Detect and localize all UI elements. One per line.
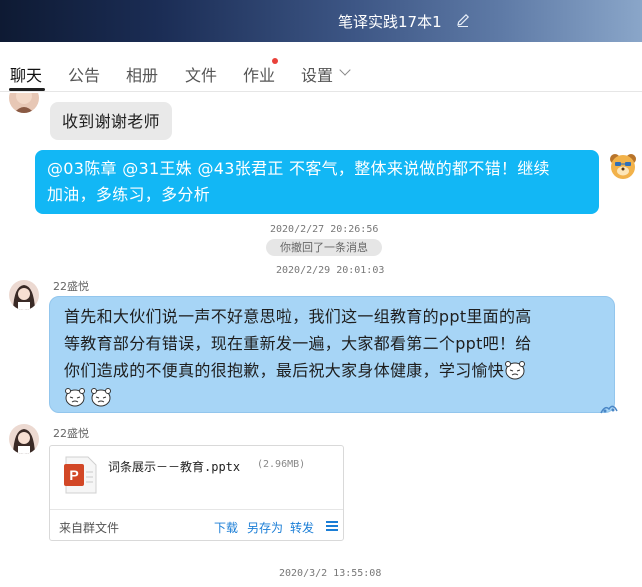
recall-notice: 你撤回了一条消息 (266, 239, 382, 256)
divider (50, 509, 343, 510)
sender-name: 22盛悦 (53, 280, 89, 293)
message-text: 收到谢谢老师 (62, 112, 160, 131)
timestamp: 2020/2/27 20:26:56 (270, 224, 379, 235)
group-title[interactable]: 笔译实践17本1 (338, 11, 442, 32)
avatar[interactable] (9, 93, 39, 113)
teacher-avatar[interactable] (608, 151, 638, 181)
polar-bear-emoji-icon (505, 361, 526, 380)
file-name[interactable]: 词条展示－－教育.pptx (108, 458, 240, 475)
tab-files[interactable]: 文件 (185, 62, 217, 86)
file-size: (2.96MB) (257, 459, 306, 470)
message-bubble[interactable]: @03陈章 @31王姝 @43张君正 不客气，整体来说做的都不错！继续 加油，多… (35, 150, 599, 214)
sender-name: 22盛悦 (53, 427, 89, 440)
message-text: 你们造成的不便真的很抱歉，最后祝大家身体健康，学习愉快 (64, 361, 505, 380)
bubble-decoration-icon (600, 405, 618, 414)
timestamp: 2020/3/2 13:55:08 (279, 568, 382, 579)
chat-area[interactable]: 收到谢谢老师 @03陈章 @31王姝 @43张君正 不客气，整体来说做的都不错！… (0, 93, 642, 587)
tab-chat[interactable]: 聊天 (10, 62, 42, 86)
avatar[interactable] (9, 424, 39, 454)
tab-bar: 聊天 公告 相册 文件 作业 设置 (0, 42, 642, 92)
menu-icon[interactable] (326, 521, 338, 531)
download-link[interactable]: 下载 (214, 519, 238, 536)
polar-bear-emoji-icon (91, 388, 111, 407)
timestamp: 2020/2/29 20:01:03 (276, 265, 385, 276)
message-text: 等教育部分有错误，现在重新发一遍，大家都看第二个ppt吧！给 (64, 334, 532, 353)
pptx-file-icon: P (64, 456, 97, 494)
window-titlebar: 笔译实践17本1 (0, 0, 642, 42)
tab-homework[interactable]: 作业 (243, 62, 275, 86)
active-tab-indicator (9, 88, 45, 91)
message-text: 加油，多练习，多分析 (47, 185, 211, 204)
forward-link[interactable]: 转发 (290, 519, 314, 536)
file-source: 来自群文件 (59, 521, 120, 535)
tab-settings[interactable]: 设置 (301, 62, 333, 86)
tab-announcements[interactable]: 公告 (68, 62, 100, 86)
edit-icon[interactable] (455, 12, 471, 28)
file-card[interactable]: P 词条展示－－教育.pptx (2.96MB) 来自群文件 下载 另存为 转发 (49, 445, 344, 541)
svg-text:P: P (69, 467, 78, 483)
message-text: 首先和大伙们说一声不好意思啦，我们这一组教育的ppt里面的高 (64, 307, 532, 326)
save-as-link[interactable]: 另存为 (247, 519, 283, 536)
notification-dot (272, 58, 278, 64)
message-bubble[interactable]: 收到谢谢老师 (50, 102, 172, 140)
message-text: @03陈章 @31王姝 @43张君正 不客气，整体来说做的都不错！继续 (47, 159, 550, 178)
tab-album[interactable]: 相册 (126, 62, 158, 86)
polar-bear-emoji-icon (65, 388, 85, 407)
avatar[interactable] (9, 280, 39, 310)
message-bubble[interactable]: 首先和大伙们说一声不好意思啦，我们这一组教育的ppt里面的高 等教育部分有错误，… (49, 296, 615, 413)
